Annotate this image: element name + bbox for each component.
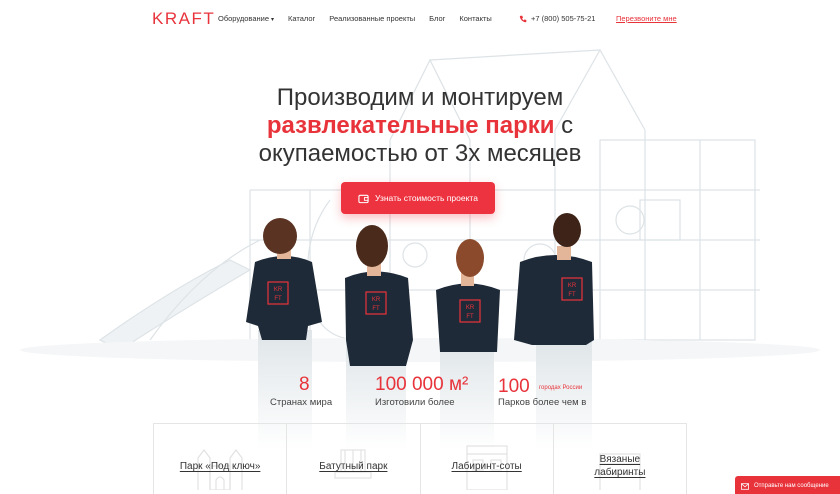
team-member-3: KR FT	[436, 239, 500, 450]
card-trampoline-park[interactable]: Батутный парк	[287, 424, 421, 494]
main-nav: Оборудование ▾ Каталог Реализованные прое…	[218, 14, 506, 23]
headline-line-1: Производим и монтируем	[276, 84, 564, 111]
stat-parks-number: 100	[498, 376, 530, 397]
card-knitted-maze[interactable]: Вязаные лабиринты	[554, 424, 687, 494]
nav-item-projects[interactable]: Реализованные проекты	[329, 14, 415, 23]
card-label: Лабиринт-соты	[451, 461, 522, 472]
nav-item-contacts[interactable]: Контакты	[459, 14, 491, 23]
net-icon	[599, 453, 641, 490]
shirt-logo-bottom: FT	[372, 306, 380, 312]
nav-item-label: Оборудование	[218, 14, 270, 23]
site-header: KRAFT Оборудование ▾ Каталог Реализованны…	[0, 0, 840, 38]
chat-widget-button[interactable]: Отправьте нам сообщение	[735, 476, 840, 494]
headline-line-3: окупаемостью от 3х месяцев	[258, 140, 582, 167]
nav-item-blog[interactable]: Блог	[429, 14, 445, 23]
get-price-label: Узнать стоимость проекта	[375, 193, 478, 203]
category-cards: Парк «Под ключ» Батутный парк Лабиринт-с…	[153, 423, 687, 494]
chat-label: Отправьте нам сообщение	[754, 483, 829, 489]
nav-item-catalog[interactable]: Каталог	[288, 14, 315, 23]
stat-countries-number: 8	[299, 374, 310, 395]
card-label-line-1: Вязаные	[599, 454, 641, 465]
stat-area-number: 100 000 м²	[375, 374, 469, 395]
card-label: Парк «Под ключ»	[179, 461, 261, 472]
shirt-logo-bottom: FT	[274, 296, 282, 302]
phone-number: +7 (800) 505-75-21	[531, 14, 596, 23]
team-photo: KR FT KR FT KR FT KR FT	[246, 213, 594, 450]
logo[interactable]: KRAFT	[152, 9, 215, 29]
shirt-logo-bottom: FT	[466, 314, 474, 320]
envelope-icon	[741, 482, 749, 490]
shirt-logo-top: KR	[372, 297, 381, 303]
shirt-logo-top: KR	[466, 305, 475, 311]
headline-accent: развлекательные парки	[266, 112, 555, 139]
team-member-1: KR FT	[246, 218, 322, 450]
chevron-down-icon: ▾	[271, 17, 275, 23]
callback-link[interactable]: Перезвоните мне	[616, 14, 677, 23]
shirt-logo-bottom: FT	[568, 292, 576, 298]
card-honeycomb-maze[interactable]: Лабиринт-соты	[421, 424, 554, 494]
phone-icon	[519, 15, 527, 22]
nav-item-equipment[interactable]: Оборудование ▾	[218, 14, 274, 23]
headline-suffix: с	[554, 112, 574, 139]
stat-area-label: Изготовили более	[375, 397, 455, 408]
shirt-logo-top: KR	[274, 287, 283, 293]
stat-parks-label: Парков более чем в	[498, 397, 587, 408]
wallet-icon	[358, 194, 369, 203]
card-label-line-2: лабиринты	[594, 467, 646, 478]
team-member-2: KR FT	[345, 225, 413, 450]
card-label: Батутный парк	[319, 461, 388, 472]
phone-link[interactable]: +7 (800) 505-75-21	[519, 14, 595, 23]
card-turnkey-park[interactable]: Парк «Под ключ»	[153, 424, 288, 494]
stat-parks-note: городах России	[539, 385, 583, 391]
stat-countries-label: Странах мира	[270, 397, 333, 408]
shirt-logo-top: KR	[568, 283, 577, 289]
hero-headline: Производим и монтируем развлекательные п…	[200, 84, 640, 168]
team-member-4: KR FT	[514, 213, 594, 450]
headline-line-2: развлекательные парки с	[200, 112, 640, 140]
